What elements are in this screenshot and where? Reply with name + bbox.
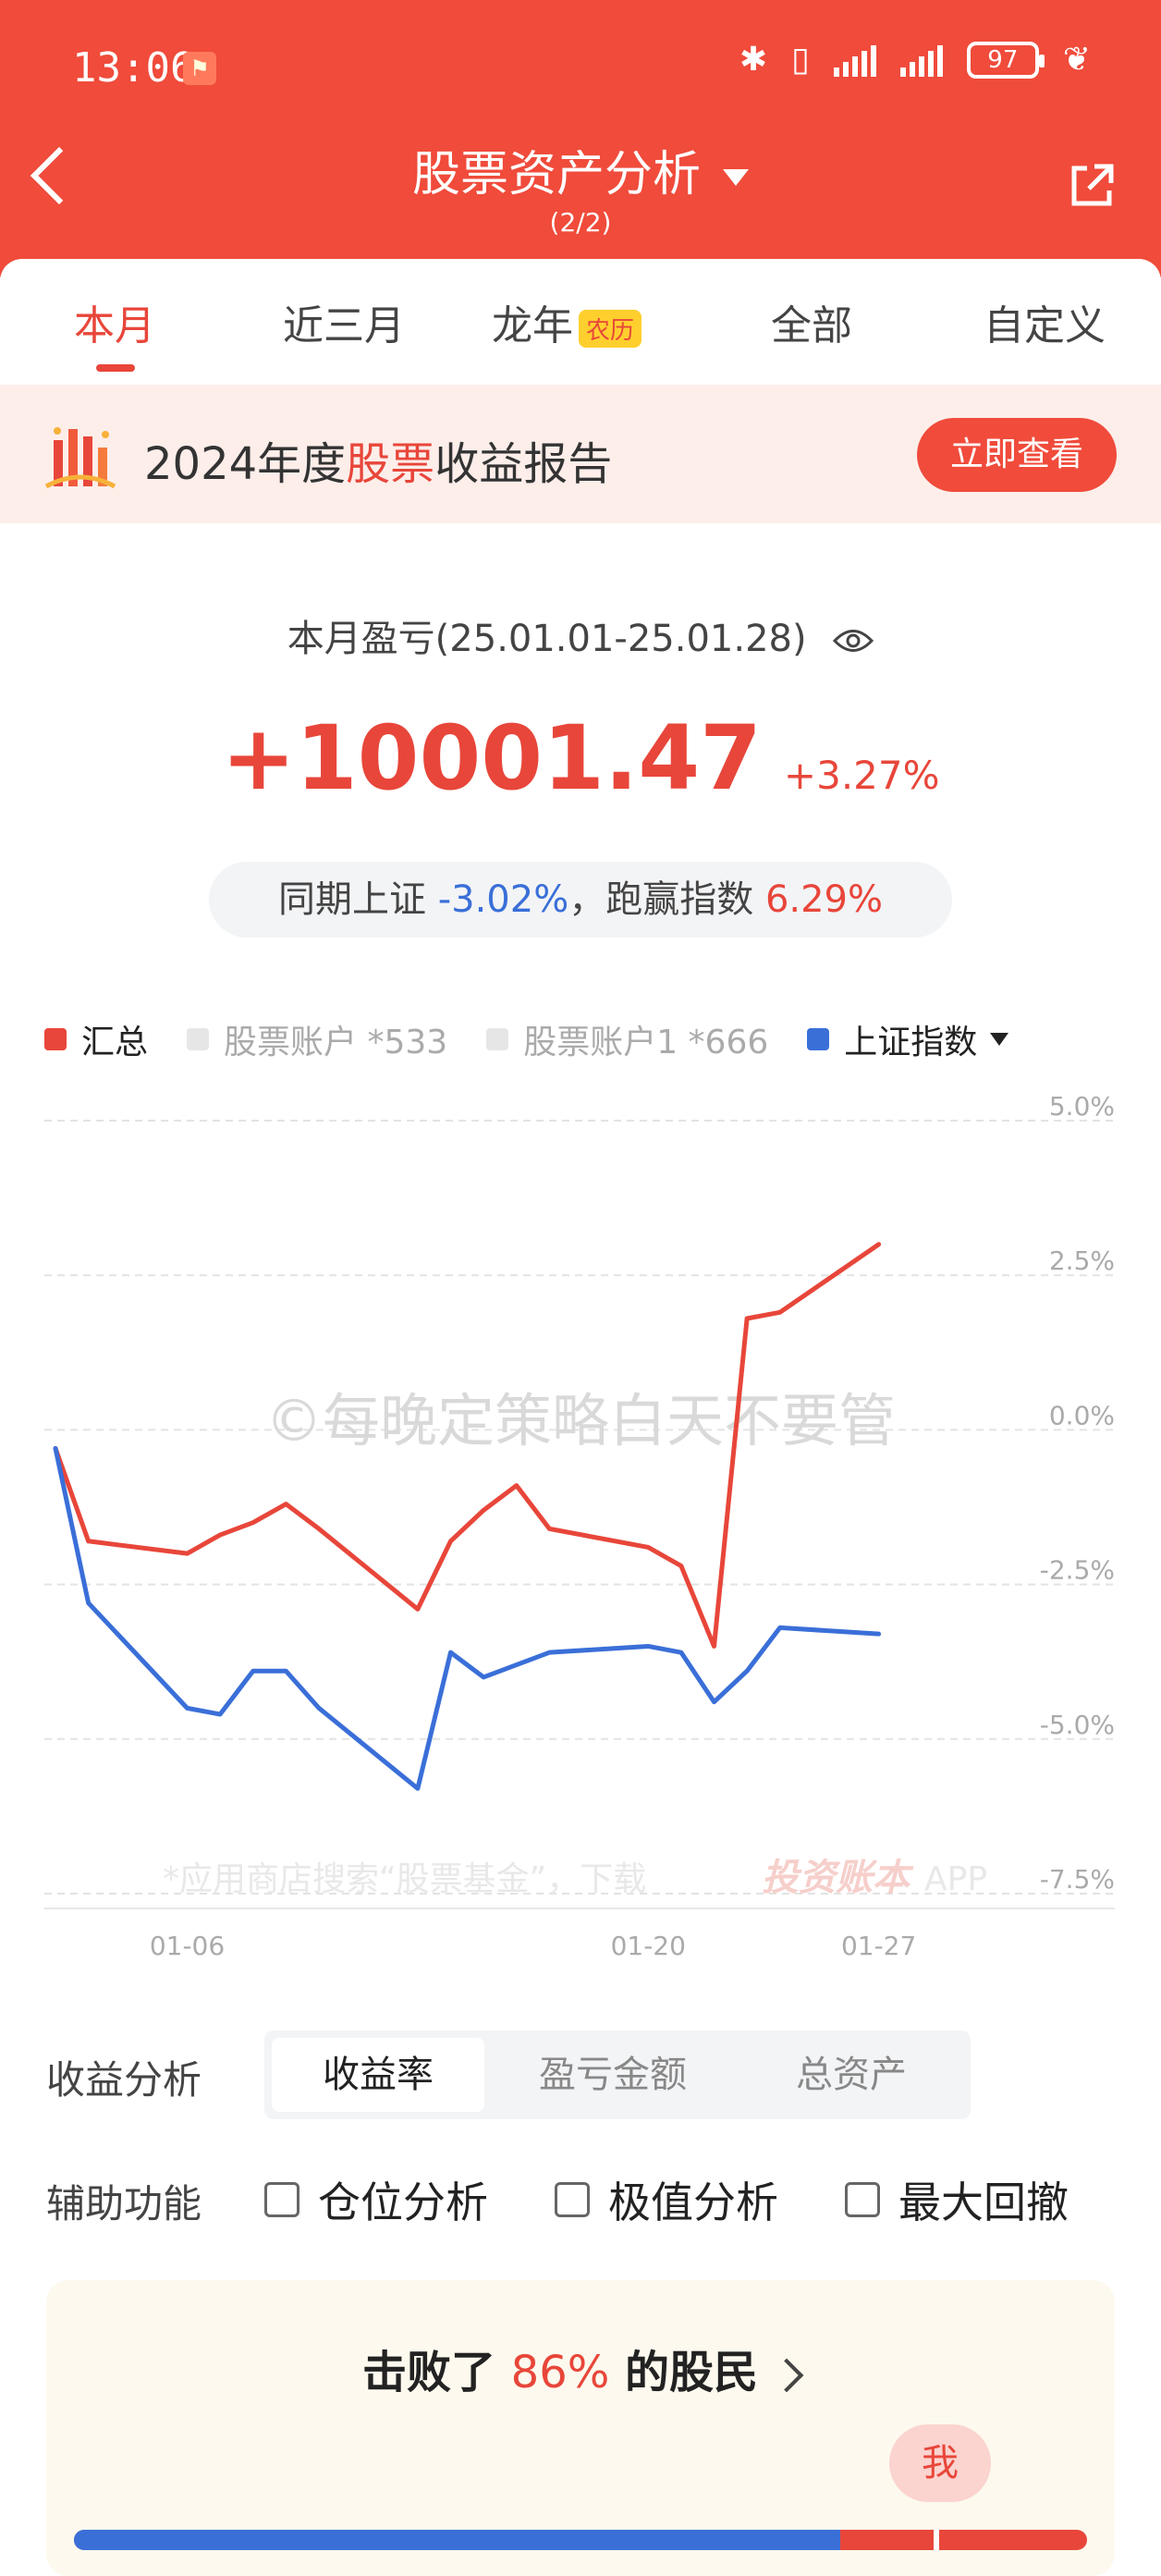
y-tick-label: -2.5%	[1040, 1555, 1115, 1586]
title-dropdown-icon[interactable]	[723, 169, 749, 186]
position-analysis-checkbox[interactable]: 仓位分析	[264, 2169, 488, 2230]
status-indicators: ✱ ▯ 97 ❦	[739, 41, 1091, 79]
promo-brand: 投资账本	[762, 1857, 914, 1899]
share-icon[interactable]	[1067, 161, 1117, 211]
status-time: 13:06	[72, 44, 194, 92]
tab-custom[interactable]: 自定义	[984, 292, 1106, 351]
analysis-segmented-control: 收益率 盈亏金额 总资产	[264, 2030, 971, 2119]
banner-title: 2024年度股票收益报告	[144, 427, 612, 492]
chart-legend: 汇总 股票账户 *533 股票账户1 *666 上证指数	[44, 1015, 1047, 1063]
legend-swatch	[807, 1028, 829, 1050]
option-total-assets[interactable]: 总资产	[745, 2038, 958, 2112]
period-tabs: 本月 近三月 龙年农历 全部 自定义	[0, 259, 1161, 385]
bluetooth-icon: ✱	[739, 41, 767, 79]
legend-swatch	[187, 1028, 209, 1050]
lunar-badge: 农历	[579, 310, 642, 348]
battery-icon: 97	[967, 42, 1039, 79]
y-tick-label: -5.0%	[1040, 1710, 1115, 1740]
progress-fill	[74, 2530, 840, 2550]
tab-active-indicator	[96, 364, 135, 372]
signal-icon	[834, 43, 876, 77]
me-marker: 我	[889, 2424, 991, 2502]
legend-account-533[interactable]: 股票账户 *533	[187, 1015, 447, 1063]
option-profit-amount[interactable]: 盈亏金额	[507, 2038, 719, 2112]
x-tick-label: 01-20	[611, 1931, 686, 1961]
legend-account-666[interactable]: 股票账户1 *666	[486, 1015, 768, 1063]
promo-app: APP	[924, 1860, 987, 1898]
signal-icon-2	[900, 43, 943, 77]
outperform-value: 6.29%	[765, 878, 883, 921]
series-line-1	[55, 1448, 879, 1788]
eye-icon[interactable]	[833, 627, 874, 655]
page-indicator: (2/2)	[0, 207, 1161, 238]
tab-dragon-year[interactable]: 龙年农历	[492, 292, 642, 351]
index-change: -3.02%	[438, 878, 569, 921]
annual-report-banner[interactable]: 2024年度股票收益报告 立即查看	[0, 385, 1161, 523]
page-title[interactable]: 股票资产分析	[0, 135, 1161, 204]
y-tick-label: 2.5%	[1049, 1245, 1115, 1276]
view-report-button[interactable]: 立即查看	[917, 418, 1117, 492]
tab-three-months[interactable]: 近三月	[283, 292, 405, 351]
x-tick-label: 01-06	[150, 1931, 225, 1961]
watermark-text: ©每晚定策略白天不要管	[265, 1387, 896, 1454]
app-header: 13:06 ⚑ ✱ ▯ 97 ❦ 股票资产分析 (2/2)	[0, 0, 1161, 277]
return-chart[interactable]: 5.0% 2.5% 0.0% -2.5% -5.0% -7.5% ©每晚定策略白天不要管 *应…	[0, 1091, 1161, 1997]
extreme-analysis-checkbox[interactable]: 极值分析	[555, 2169, 778, 2230]
checkbox-icon[interactable]	[845, 2182, 880, 2217]
index-dropdown-icon[interactable]	[990, 1033, 1008, 1046]
y-tick-label: 0.0%	[1049, 1400, 1115, 1430]
leaf-icon: ❦	[1063, 41, 1091, 79]
profit-summary: +10001.47 +3.27%	[0, 706, 1161, 810]
notification-icon: ⚑	[183, 52, 216, 85]
legend-swatch	[486, 1028, 508, 1050]
legend-total[interactable]: 汇总	[44, 1015, 148, 1063]
profit-percent: +3.27%	[784, 753, 940, 798]
y-tick-label: 5.0%	[1049, 1091, 1115, 1122]
period-label: 本月盈亏(25.01.01-25.01.28)	[0, 608, 1161, 662]
tab-all[interactable]: 全部	[771, 292, 852, 351]
promo-text: *应用商店搜索“股票基金”，下载	[163, 1860, 646, 1898]
aux-label: 辅助功能	[46, 2173, 202, 2229]
progress-marker	[934, 2530, 939, 2550]
fireworks-icon	[41, 412, 120, 496]
tab-this-month[interactable]: 本月	[74, 292, 155, 351]
legend-swatch	[44, 1028, 67, 1050]
ranking-progress	[74, 2530, 1087, 2550]
vibrate-icon: ▯	[791, 41, 810, 79]
analysis-label: 收益分析	[46, 2049, 202, 2105]
checkbox-icon[interactable]	[264, 2182, 299, 2217]
legend-sse-index[interactable]: 上证指数	[807, 1015, 1008, 1063]
ranking-card[interactable]: 击败了 86% 的股民 我	[46, 2280, 1115, 2576]
y-tick-label: -7.5%	[1040, 1864, 1115, 1895]
option-return-rate[interactable]: 收益率	[272, 2038, 484, 2112]
checkbox-icon[interactable]	[555, 2182, 590, 2217]
x-tick-label: 01-27	[841, 1931, 916, 1961]
profit-amount: +10001.47	[221, 706, 761, 810]
chevron-right-icon	[770, 2359, 804, 2393]
max-drawdown-checkbox[interactable]: 最大回撤	[845, 2169, 1069, 2230]
ranking-text: 击败了 86% 的股民	[46, 2336, 1115, 2400]
index-comparison: 同期上证 -3.02%，跑赢指数 6.29%	[209, 862, 952, 938]
